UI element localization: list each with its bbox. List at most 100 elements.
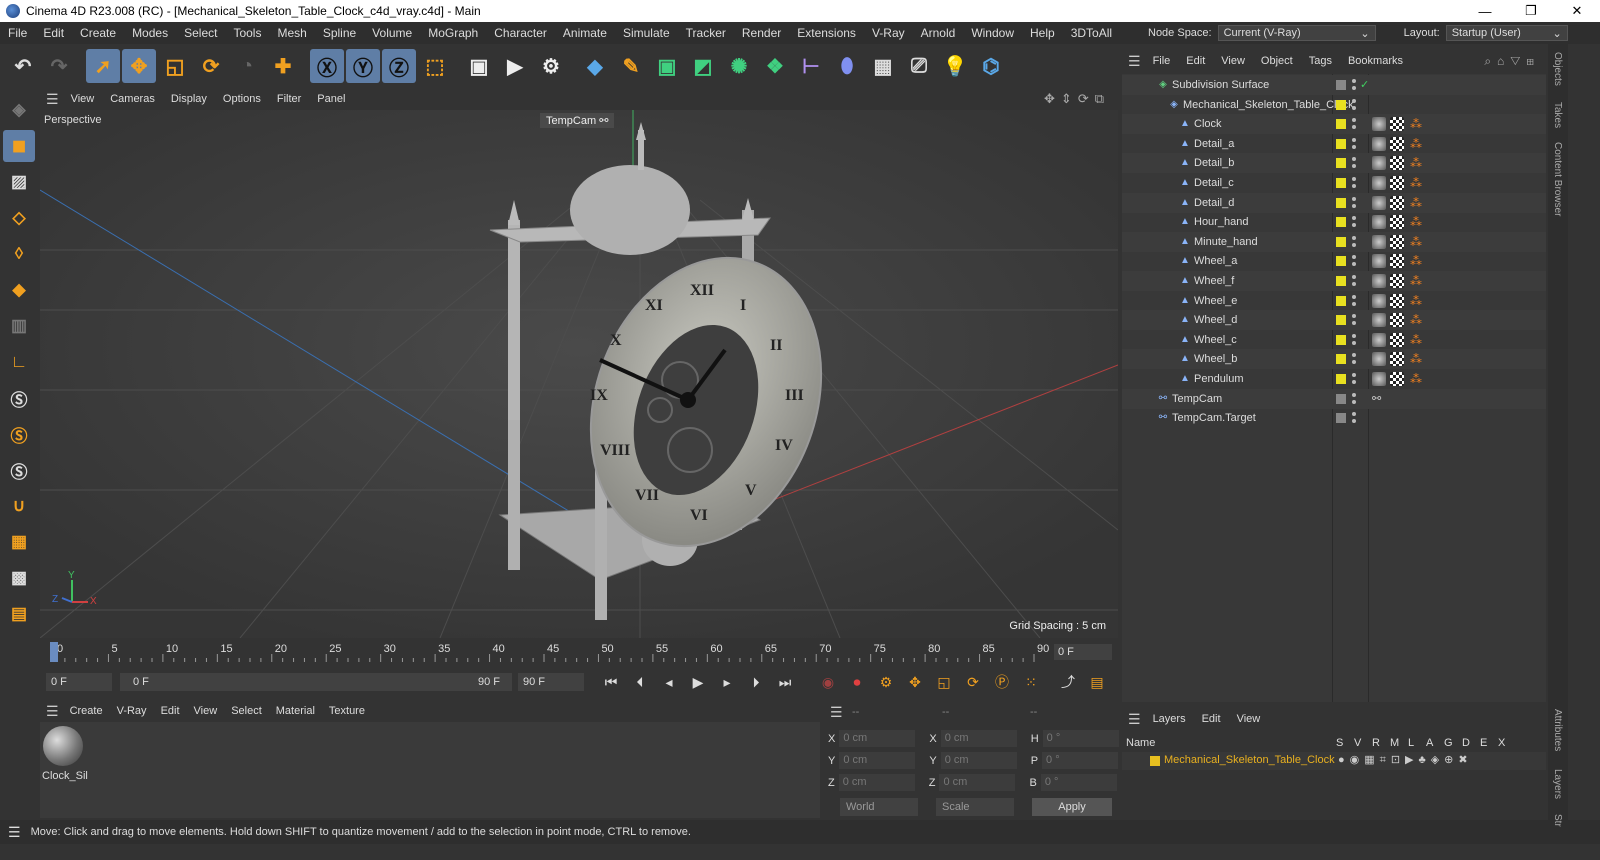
menu-item-arnold[interactable]: Arnold xyxy=(913,26,964,40)
deformer-icon[interactable]: ⊢ xyxy=(794,49,828,83)
right-tab-objects[interactable]: Objects xyxy=(1552,52,1563,86)
editor-visibility-dot[interactable] xyxy=(1352,118,1356,123)
object-color-swatch[interactable] xyxy=(1336,334,1346,345)
field-icon[interactable]: ⬮ xyxy=(830,49,864,83)
vray-tag-icon[interactable]: ⁂ xyxy=(1410,117,1424,131)
menu-item-v-ray[interactable]: V-Ray xyxy=(864,26,913,40)
right-tab-str[interactable]: Str xyxy=(1552,814,1563,827)
vray-tag-icon[interactable]: ⁂ xyxy=(1410,313,1424,327)
apply-button[interactable]: Apply xyxy=(1032,798,1112,816)
viewport-menu-view[interactable]: View xyxy=(63,93,103,105)
viewport-menu-cameras[interactable]: Cameras xyxy=(102,93,163,105)
vray-tag-icon[interactable]: ⁂ xyxy=(1410,137,1424,151)
editor-visibility-dot[interactable] xyxy=(1352,314,1356,319)
object-color-swatch[interactable] xyxy=(1336,374,1346,384)
y-axis-lock-icon[interactable]: Ⓨ xyxy=(346,49,380,83)
vray-tag-icon[interactable]: ⁂ xyxy=(1410,294,1424,308)
uvw-tag-icon[interactable] xyxy=(1390,136,1404,151)
render-to-picture-viewer-icon[interactable]: ▶ xyxy=(498,49,532,83)
workplane-lock-icon[interactable]: ▩ xyxy=(3,562,35,594)
object-menu-view[interactable]: View xyxy=(1213,55,1253,67)
vray-tag-icon[interactable]: ⁂ xyxy=(1410,274,1424,288)
point-mode-icon[interactable]: ◇ xyxy=(3,202,35,234)
snap-settings-icon[interactable]: Ⓢ xyxy=(3,418,35,450)
render-visibility-dot[interactable] xyxy=(1352,321,1356,326)
layer-flag-header-g[interactable]: G xyxy=(1444,737,1453,749)
node-space-dropdown[interactable]: Current (V-Ray) ⌄ xyxy=(1217,25,1376,41)
editor-visibility-dot[interactable] xyxy=(1352,177,1356,181)
right-tab-takes[interactable]: Takes xyxy=(1552,102,1563,128)
object-color-swatch[interactable] xyxy=(1336,236,1346,247)
layer-flag-header-v[interactable]: V xyxy=(1354,737,1361,749)
uvw-tag-icon[interactable] xyxy=(1390,195,1404,210)
viewport-menu-display[interactable]: Display xyxy=(163,93,215,105)
render-visibility-dot[interactable] xyxy=(1352,419,1356,424)
object-menu-object[interactable]: Object xyxy=(1253,55,1301,67)
redo-icon[interactable]: ↷ xyxy=(42,49,76,83)
menu-item-help[interactable]: Help xyxy=(1022,26,1063,40)
layer-menu-layers[interactable]: Layers xyxy=(1145,713,1194,725)
layout-dropdown[interactable]: Startup (User) ⌄ xyxy=(1445,25,1568,41)
material-tag-icon[interactable] xyxy=(1372,215,1386,230)
render-visibility-dot[interactable] xyxy=(1352,262,1356,267)
autokey-icon[interactable]: ⏺ xyxy=(844,670,870,694)
hamburger-icon[interactable]: ☰ xyxy=(46,91,59,108)
render-visibility-dot[interactable] xyxy=(1352,360,1356,365)
coord-field[interactable]: 0 cm xyxy=(838,774,915,791)
rotate-tool-icon[interactable]: ⟳ xyxy=(194,49,228,83)
uvw-tag-icon[interactable] xyxy=(1390,156,1404,171)
cloner-icon[interactable]: ✺ xyxy=(722,49,756,83)
coord-field[interactable]: 0 ° xyxy=(1042,730,1119,747)
coord-field[interactable]: 0 ° xyxy=(1042,752,1119,769)
vray-tag-icon[interactable]: ⁂ xyxy=(1410,333,1424,347)
next-frame-icon[interactable]: ▸ xyxy=(714,670,740,694)
motion-system-icon[interactable]: ⤴ xyxy=(1055,670,1081,694)
z-axis-lock-icon[interactable]: Ⓩ xyxy=(382,49,416,83)
material-tag-icon[interactable] xyxy=(1372,293,1386,308)
object-color-swatch[interactable] xyxy=(1336,119,1346,130)
render-visibility-dot[interactable] xyxy=(1352,223,1356,228)
pen-icon[interactable]: ✎ xyxy=(614,49,648,83)
editor-visibility-dot[interactable] xyxy=(1352,137,1356,142)
go-to-start-icon[interactable]: ⏮ xyxy=(598,670,624,694)
object-row-detail-c[interactable]: ▲ Detail_c ⁂ xyxy=(1122,173,1546,193)
vray-tag-icon[interactable]: ⁂ xyxy=(1410,176,1424,190)
vray-tag-icon[interactable]: ⁂ xyxy=(1410,235,1424,249)
material-tag-icon[interactable] xyxy=(1372,313,1386,328)
x-axis-lock-icon[interactable]: Ⓧ xyxy=(310,49,344,83)
object-row-minute-hand[interactable]: ▲ Minute_hand ⁂ xyxy=(1122,231,1546,252)
material-item[interactable]: Clock_Sil xyxy=(42,726,88,782)
uvw-tag-icon[interactable] xyxy=(1390,176,1404,190)
uvw-tag-icon[interactable] xyxy=(1390,352,1404,367)
move-tool-icon[interactable]: ✥ xyxy=(122,49,156,83)
material-tag-icon[interactable] xyxy=(1372,332,1386,347)
uvw-tag-icon[interactable] xyxy=(1390,234,1404,249)
editor-visibility-dot[interactable] xyxy=(1352,196,1356,201)
key-scale-icon[interactable]: ◱ xyxy=(931,670,957,694)
material-menu-material[interactable]: Material xyxy=(269,705,322,717)
select-tool-icon[interactable]: ➚ xyxy=(86,49,120,83)
previous-frame-icon[interactable]: ◂ xyxy=(656,670,682,694)
texture-mode-icon[interactable]: ▨ xyxy=(3,166,35,198)
editor-visibility-dot[interactable] xyxy=(1352,353,1356,358)
uv-mode-icon[interactable]: ▥ xyxy=(3,310,35,342)
menu-item-render[interactable]: Render xyxy=(734,26,789,40)
render-visibility-dot[interactable] xyxy=(1352,282,1356,286)
right-tab-attributes[interactable]: Attributes xyxy=(1552,709,1563,751)
object-menu-tags[interactable]: Tags xyxy=(1301,55,1340,67)
material-menu-v-ray[interactable]: V-Ray xyxy=(110,705,154,717)
object-color-swatch[interactable] xyxy=(1336,178,1346,188)
menu-item-animate[interactable]: Animate xyxy=(555,26,615,40)
render-visibility-dot[interactable] xyxy=(1352,380,1356,384)
object-row-wheel-b[interactable]: ▲ Wheel_b ⁂ xyxy=(1122,349,1546,370)
object-color-swatch[interactable] xyxy=(1336,276,1346,286)
undo-icon[interactable]: ↶ xyxy=(6,49,40,83)
coord-field[interactable]: 0 cm xyxy=(839,752,916,769)
editor-visibility-dot[interactable] xyxy=(1352,275,1356,279)
timeline-window-icon[interactable]: ▤ xyxy=(1084,670,1110,694)
current-frame-field[interactable]: 0 F xyxy=(1054,644,1112,660)
menu-item-spline[interactable]: Spline xyxy=(315,26,364,40)
close-button[interactable]: ✕ xyxy=(1554,0,1600,22)
editor-visibility-dot[interactable] xyxy=(1352,98,1356,103)
object-menu-file[interactable]: File xyxy=(1145,55,1179,67)
